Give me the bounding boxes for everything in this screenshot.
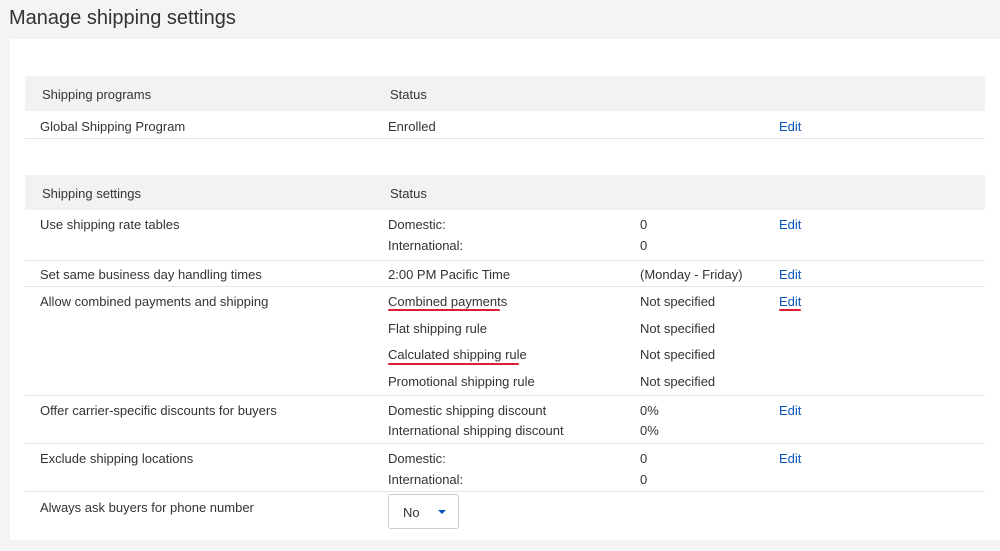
- settings-header-status: Status: [390, 186, 427, 201]
- handling-days: (Monday - Friday): [640, 267, 743, 282]
- table-row-exclude-locations: Exclude shipping locations Domestic: 0 I…: [25, 444, 985, 492]
- exclude-domestic-label: Domestic:: [388, 451, 446, 466]
- calculated-rule-underline: [388, 363, 519, 365]
- rate-tables-domestic-label: Domestic:: [388, 217, 446, 232]
- discounts-international-label: International shipping discount: [388, 423, 564, 438]
- edit-handling-link[interactable]: Edit: [779, 267, 801, 282]
- table-row-phone-number: Always ask buyers for phone number No: [25, 492, 985, 539]
- edit-global-shipping-link[interactable]: Edit: [779, 119, 801, 134]
- exclude-international-label: International:: [388, 472, 464, 487]
- program-name: Global Shipping Program: [40, 119, 186, 134]
- table-row-handling-times: Set same business day handling times 2:0…: [25, 261, 985, 287]
- discounts-international-value: 0%: [640, 423, 659, 438]
- edit-combined-underline: [779, 309, 801, 311]
- discounts-domestic-label: Domestic shipping discount: [388, 403, 547, 418]
- exclude-domestic-value: 0: [640, 451, 648, 466]
- phone-number-selected-value: No: [403, 505, 420, 520]
- promotional-rule-label: Promotional shipping rule: [388, 374, 535, 389]
- programs-header: Shipping programs Status: [25, 76, 985, 111]
- combined-payments-value: Not specified: [640, 294, 716, 309]
- discounts-domestic-value: 0%: [640, 403, 659, 418]
- table-row-discounts: Offer carrier-specific discounts for buy…: [25, 396, 985, 444]
- shipping-programs-section: Shipping programs Status Global Shipping…: [25, 76, 985, 139]
- flat-rule-value: Not specified: [640, 321, 716, 336]
- calculated-rule-value: Not specified: [640, 347, 716, 362]
- calculated-rule-label[interactable]: Calculated shipping rule: [388, 347, 527, 362]
- exclude-name: Exclude shipping locations: [40, 451, 194, 466]
- exclude-international-value: 0: [640, 472, 648, 487]
- phone-number-select[interactable]: No: [388, 494, 459, 529]
- settings-card: Shipping programs Status Global Shipping…: [10, 39, 1000, 540]
- table-row-global-shipping: Global Shipping Program Enrolled Edit: [25, 111, 985, 139]
- page-title: Manage shipping settings: [9, 7, 236, 29]
- promotional-rule-value: Not specified: [640, 374, 716, 389]
- phone-name: Always ask buyers for phone number: [40, 500, 254, 515]
- edit-discounts-link[interactable]: Edit: [779, 403, 801, 418]
- combined-payments-label[interactable]: Combined payments: [388, 294, 507, 309]
- program-status: Enrolled: [388, 119, 436, 134]
- flat-rule-label: Flat shipping rule: [388, 321, 487, 336]
- shipping-settings-section: Shipping settings Status Use shipping ra…: [25, 175, 985, 539]
- handling-name: Set same business day handling times: [40, 267, 262, 282]
- programs-header-name: Shipping programs: [42, 87, 152, 102]
- combined-name: Allow combined payments and shipping: [40, 294, 269, 309]
- rate-tables-international-value: 0: [640, 238, 648, 253]
- rate-tables-domestic-value: 0: [640, 217, 648, 232]
- edit-exclude-link[interactable]: Edit: [779, 451, 801, 466]
- edit-rate-tables-link[interactable]: Edit: [779, 217, 801, 232]
- discounts-name: Offer carrier-specific discounts for buy…: [40, 403, 277, 418]
- combined-payments-underline: [388, 309, 500, 311]
- rate-tables-international-label: International:: [388, 238, 464, 253]
- edit-combined-link[interactable]: Edit: [779, 294, 801, 309]
- caret-down-icon: [438, 510, 446, 514]
- table-row-combined-payments: Allow combined payments and shipping Com…: [25, 287, 985, 396]
- settings-header-name: Shipping settings: [42, 186, 142, 201]
- rate-tables-name: Use shipping rate tables: [40, 217, 180, 232]
- handling-time: 2:00 PM Pacific Time: [388, 267, 511, 282]
- programs-header-status: Status: [390, 87, 427, 102]
- settings-header: Shipping settings Status: [25, 175, 985, 210]
- table-row-rate-tables: Use shipping rate tables Domestic: 0 Int…: [25, 210, 985, 261]
